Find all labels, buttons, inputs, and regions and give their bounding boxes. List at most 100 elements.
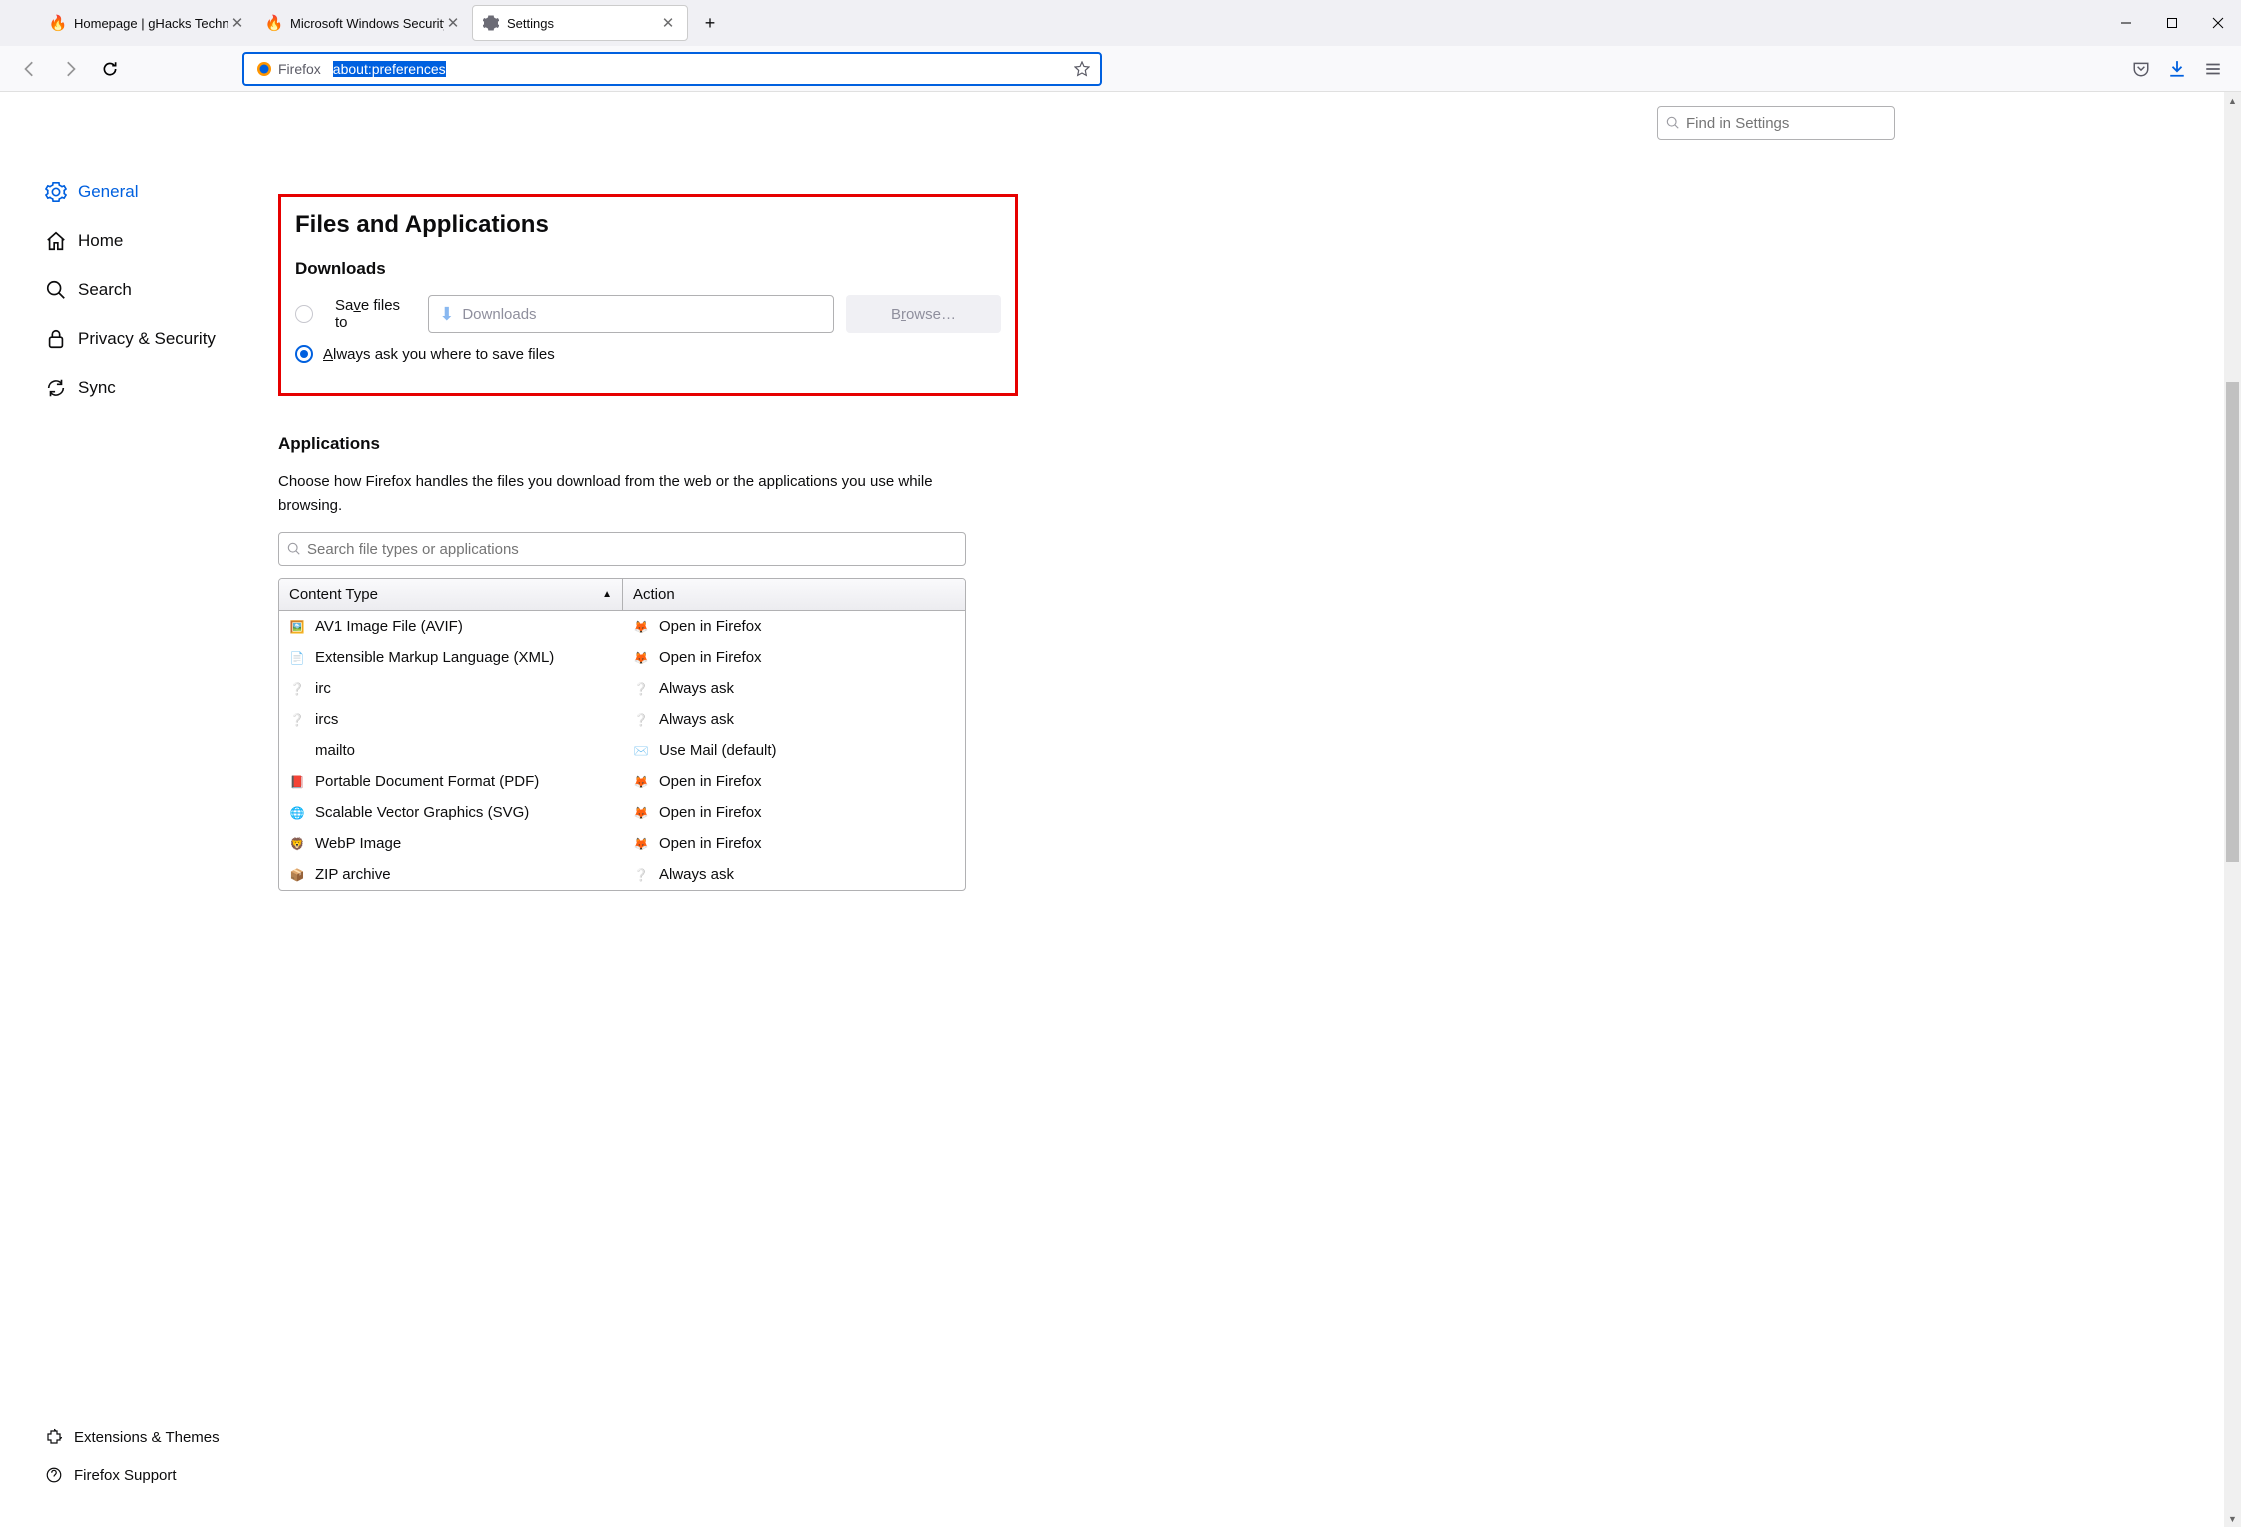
url-bar[interactable]: Firefox about:preferences (242, 52, 1102, 86)
cell-action[interactable]: 🦊Open in Firefox (623, 804, 965, 821)
sidebar-item-general[interactable]: General (44, 172, 234, 212)
puzzle-icon (44, 1427, 64, 1447)
sidebar-item-support[interactable]: Firefox Support (44, 1459, 234, 1491)
cell-action[interactable]: 🦊Open in Firefox (623, 649, 965, 666)
search-applications-input[interactable] (307, 541, 957, 558)
filetype-icon: 🦁 (289, 836, 305, 852)
table-row[interactable]: ❔irc❔Always ask (279, 673, 965, 704)
sidebar-item-sync[interactable]: Sync (44, 368, 234, 408)
filetype-icon: ❔ (289, 681, 305, 697)
action-icon: 🦊 (633, 836, 649, 852)
close-icon[interactable]: ✕ (659, 14, 677, 32)
home-icon (44, 229, 68, 253)
tab-settings[interactable]: Settings ✕ (472, 5, 688, 41)
pocket-icon[interactable] (2123, 53, 2159, 85)
maximize-button[interactable] (2149, 0, 2195, 46)
cell-action[interactable]: ❔Always ask (623, 680, 965, 697)
cell-content-type: 📄Extensible Markup Language (XML) (279, 649, 623, 666)
sidebar-item-search[interactable]: Search (44, 270, 234, 310)
reload-button[interactable] (94, 53, 126, 85)
table-row[interactable]: 📦ZIP archive❔Always ask (279, 859, 965, 890)
sidebar-item-label: Sync (78, 378, 116, 398)
filetype-icon: 🌐 (289, 805, 305, 821)
action-icon: ❔ (633, 867, 649, 883)
col-action[interactable]: Action (623, 579, 965, 610)
find-in-settings[interactable] (1657, 106, 1895, 140)
sidebar-item-home[interactable]: Home (44, 221, 234, 261)
new-tab-button[interactable]: + (694, 7, 726, 39)
toolbar: Firefox about:preferences (0, 46, 2241, 92)
applications-section: Applications Choose how Firefox handles … (278, 434, 966, 891)
sidebar-item-label: Privacy & Security (78, 329, 216, 349)
forward-button[interactable] (54, 53, 86, 85)
scrollbar[interactable]: ▲ ▼ (2224, 92, 2241, 1527)
table-header: Content Type ▲ Action (279, 579, 965, 611)
table-row[interactable]: 🦁WebP Image🦊Open in Firefox (279, 828, 965, 859)
find-input[interactable] (1686, 115, 1886, 132)
section-heading: Files and Applications (295, 211, 1001, 239)
download-arrow-icon: ⬇ (439, 304, 454, 325)
search-icon (287, 542, 301, 556)
table-row[interactable]: 🖼️AV1 Image File (AVIF)🦊Open in Firefox (279, 611, 965, 642)
gear-icon (44, 180, 68, 204)
cell-content-type: ❔ircs (279, 711, 623, 728)
cell-content-type: 🖼️AV1 Image File (AVIF) (279, 618, 623, 635)
applications-table: Content Type ▲ Action 🖼️AV1 Image File (… (278, 578, 966, 891)
close-icon[interactable]: ✕ (228, 14, 246, 32)
sidebar-item-extensions[interactable]: Extensions & Themes (44, 1421, 234, 1453)
close-window-button[interactable] (2195, 0, 2241, 46)
table-row[interactable]: mailto✉️Use Mail (default) (279, 735, 965, 766)
radio-label-save: Save files to (335, 297, 416, 331)
filetype-icon: 📦 (289, 867, 305, 883)
close-icon[interactable]: ✕ (444, 14, 462, 32)
sidebar: General Home Search Privacy & Security S… (0, 92, 234, 1527)
cell-content-type: 📕Portable Document Format (PDF) (279, 773, 623, 790)
browse-button[interactable]: Browse… (846, 295, 1001, 333)
cell-action[interactable]: ❔Always ask (623, 866, 965, 883)
menu-icon[interactable] (2195, 53, 2231, 85)
tab-ghacks-home[interactable]: 🔥 Homepage | gHacks Technology ✕ (40, 5, 256, 41)
save-path-field[interactable]: ⬇ Downloads (428, 295, 834, 333)
help-icon (44, 1465, 64, 1485)
cell-content-type: mailto (279, 742, 623, 759)
table-row[interactable]: 📕Portable Document Format (PDF)🦊Open in … (279, 766, 965, 797)
cell-content-type: ❔irc (279, 680, 623, 697)
back-button[interactable] (14, 53, 46, 85)
tab-title: Homepage | gHacks Technology (74, 16, 228, 31)
url-identity[interactable]: Firefox (250, 61, 327, 77)
col-content-type[interactable]: Content Type ▲ (279, 579, 623, 610)
table-row[interactable]: ❔ircs❔Always ask (279, 704, 965, 735)
search-applications[interactable] (278, 532, 966, 566)
cell-action[interactable]: ✉️Use Mail (default) (623, 742, 965, 759)
sidebar-item-label: Firefox Support (74, 1467, 177, 1484)
action-icon: 🦊 (633, 619, 649, 635)
bookmark-star-icon[interactable] (1070, 61, 1094, 77)
table-row[interactable]: 📄Extensible Markup Language (XML)🦊Open i… (279, 642, 965, 673)
cell-action[interactable]: 🦊Open in Firefox (623, 773, 965, 790)
scroll-thumb[interactable] (2226, 382, 2239, 862)
minimize-button[interactable] (2103, 0, 2149, 46)
radio-save-files-to[interactable] (295, 305, 313, 323)
table-row[interactable]: 🌐Scalable Vector Graphics (SVG)🦊Open in … (279, 797, 965, 828)
cell-action[interactable]: 🦊Open in Firefox (623, 618, 965, 635)
action-icon: ❔ (633, 681, 649, 697)
action-icon: ❔ (633, 712, 649, 728)
sidebar-item-label: General (78, 182, 138, 202)
downloads-icon[interactable] (2159, 53, 2195, 85)
window-controls (2103, 0, 2241, 46)
scroll-up-button[interactable]: ▲ (2224, 92, 2241, 109)
sidebar-item-privacy[interactable]: Privacy & Security (44, 319, 234, 359)
cell-action[interactable]: 🦊Open in Firefox (623, 835, 965, 852)
radio-always-ask[interactable] (295, 345, 313, 363)
url-text[interactable]: about:preferences (327, 61, 1070, 77)
tab-bar: 🔥 Homepage | gHacks Technology ✕ 🔥 Micro… (0, 0, 2241, 46)
files-and-applications-section: Files and Applications Downloads Save fi… (278, 194, 1018, 396)
tab-ms-security[interactable]: 🔥 Microsoft Windows Security Up ✕ (256, 5, 472, 41)
action-icon: 🦊 (633, 774, 649, 790)
search-icon (1666, 116, 1680, 130)
cell-content-type: 🌐Scalable Vector Graphics (SVG) (279, 804, 623, 821)
cell-action[interactable]: ❔Always ask (623, 711, 965, 728)
scroll-down-button[interactable]: ▼ (2224, 1510, 2241, 1527)
sort-asc-icon: ▲ (602, 589, 612, 600)
main: General Home Search Privacy & Security S… (0, 92, 2241, 1527)
